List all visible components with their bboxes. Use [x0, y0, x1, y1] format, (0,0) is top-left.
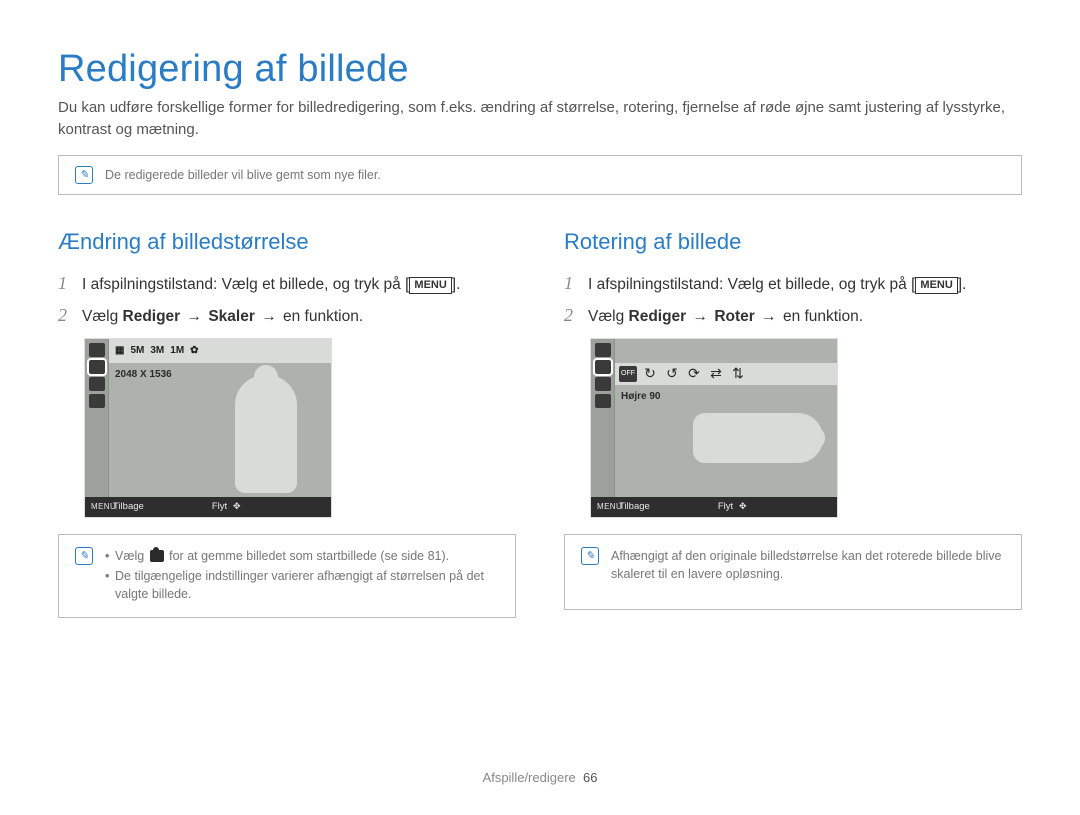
resize-note-2: De tilgængelige indstillinger varierer a…: [105, 567, 499, 603]
note-icon: ✎: [581, 547, 599, 565]
flip-vertical-icon: ⇅: [729, 366, 747, 382]
lcd-bottom-bar: MENU Tilbage ✥ Flyt: [591, 497, 837, 517]
resize-step2-skaler: Skaler: [208, 308, 255, 325]
rotate-step2-post: en funktion.: [779, 308, 863, 325]
intro-paragraph: Du kan udføre forskellige former for bil…: [58, 97, 1022, 141]
resize-step1-end: ].: [452, 276, 461, 293]
lcd-side-icons: [85, 339, 109, 517]
resize-step-2: 2 Vælg Rediger → Skaler → en funktion.: [58, 305, 516, 328]
rotate-step2-pre: Vælg: [588, 308, 629, 325]
menu-word: MENU: [597, 502, 622, 511]
lcd-top-options: ▦ 5M 3M 1M ✿: [109, 339, 331, 363]
note-icon: ✎: [75, 547, 93, 565]
person-silhouette-rotated: [693, 413, 823, 463]
lcd-side-icons: [591, 339, 615, 517]
rotate-step2-rediger: Rediger: [629, 308, 687, 325]
resize-resolution-label: 2048 X 1536: [115, 369, 172, 380]
edit-side-icon: [595, 377, 611, 391]
size-1m-icon: 1M: [170, 345, 184, 356]
move-icon: ✥: [739, 501, 747, 512]
resize-note-1: Vælg for at gemme billedet som startbill…: [105, 547, 499, 565]
page-title: Redigering af billede: [58, 48, 1022, 91]
rotate-section: Rotering af billede 1 I afspilningstilst…: [564, 229, 1022, 619]
lcd-top-blank: [615, 339, 837, 363]
flip-horizontal-icon: ⇄: [707, 366, 725, 382]
move-label: Flyt: [718, 501, 733, 512]
size-3m-icon: 3M: [150, 345, 164, 356]
rotate-step2-roter: Roter: [714, 308, 754, 325]
step-number: 1: [58, 273, 72, 294]
rotate-side-icon-selected: [595, 360, 611, 374]
person-silhouette: [235, 375, 297, 493]
rotate-note-box: ✎ Afhængigt af den originale billedstørr…: [564, 534, 1022, 610]
step-number: 1: [564, 273, 578, 294]
arrow-icon: →: [691, 308, 711, 325]
resize-note-box: ✎ Vælg for at gemme billedet som startbi…: [58, 534, 516, 618]
resize-step1-text: I afspilningstilstand: Vælg et billede, …: [82, 276, 409, 293]
arrow-icon: →: [185, 308, 205, 325]
startup-image-icon: ✿: [190, 345, 198, 356]
resize-side-icon: [89, 343, 105, 357]
menu-button-label: MENU: [409, 277, 451, 294]
rotate-step-2: 2 Vælg Rediger → Roter → en funktion.: [564, 305, 1022, 328]
size-5m-icon: 5M: [130, 345, 144, 356]
menu-button-label: MENU: [915, 277, 957, 294]
page-footer: Afspille/redigere 66: [0, 770, 1080, 785]
rotate-note-text: Afhængigt af den originale billedstørrel…: [611, 547, 1005, 597]
resize-step2-rediger: Rediger: [123, 308, 181, 325]
rotate-option-label: Højre 90: [621, 391, 660, 402]
resize-step2-pre: Vælg: [82, 308, 123, 325]
back-label: Tilbage: [113, 501, 144, 512]
rotate-heading: Rotering af billede: [564, 229, 1022, 255]
lcd-bottom-bar: MENU Tilbage ✥ Flyt: [85, 497, 331, 517]
rotate-step1-end: ].: [958, 276, 967, 293]
top-note-text: De redigerede billeder vil blive gemt so…: [105, 168, 381, 182]
menu-word: MENU: [91, 502, 116, 511]
move-label: Flyt: [212, 501, 227, 512]
thumb-icon: ▦: [115, 345, 124, 356]
resize-step-1: 1 I afspilningstilstand: Vælg et billede…: [58, 273, 516, 296]
resize-step2-post: en funktion.: [279, 308, 363, 325]
rotate-180-icon: ⟳: [685, 366, 703, 382]
step-number: 2: [564, 305, 578, 326]
note-icon: ✎: [75, 166, 93, 184]
move-icon: ✥: [233, 501, 241, 512]
resize-section: Ændring af billedstørrelse 1 I afspilnin…: [58, 229, 516, 619]
crop-side-icon: [89, 394, 105, 408]
rotate-right-icon: ↻: [641, 366, 659, 382]
arrow-icon: →: [259, 308, 279, 325]
startup-image-icon: [150, 550, 164, 562]
resize-side-icon-selected: [89, 360, 105, 374]
footer-page-number: 66: [583, 770, 597, 785]
edit-side-icon: [89, 377, 105, 391]
rotate-lcd-mock: OFF ↻ ↺ ⟳ ⇄ ⇅ Højre 90 MENU Tilbage ✥ Fl…: [590, 338, 838, 518]
footer-section: Afspille/redigere: [483, 770, 576, 785]
resize-heading: Ændring af billedstørrelse: [58, 229, 516, 255]
rotate-left-icon: ↺: [663, 366, 681, 382]
arrow-icon: →: [759, 308, 779, 325]
rotate-options-row: OFF ↻ ↺ ⟳ ⇄ ⇅: [615, 363, 837, 385]
resize-side-icon: [595, 343, 611, 357]
step-number: 2: [58, 305, 72, 326]
rotate-off-icon: OFF: [619, 366, 637, 382]
top-note-box: ✎ De redigerede billeder vil blive gemt …: [58, 155, 1022, 195]
back-label: Tilbage: [619, 501, 650, 512]
crop-side-icon: [595, 394, 611, 408]
rotate-step-1: 1 I afspilningstilstand: Vælg et billede…: [564, 273, 1022, 296]
rotate-step1-text: I afspilningstilstand: Vælg et billede, …: [588, 276, 915, 293]
resize-lcd-mock: ▦ 5M 3M 1M ✿ 2048 X 1536 MENU Tilbage ✥ …: [84, 338, 332, 518]
